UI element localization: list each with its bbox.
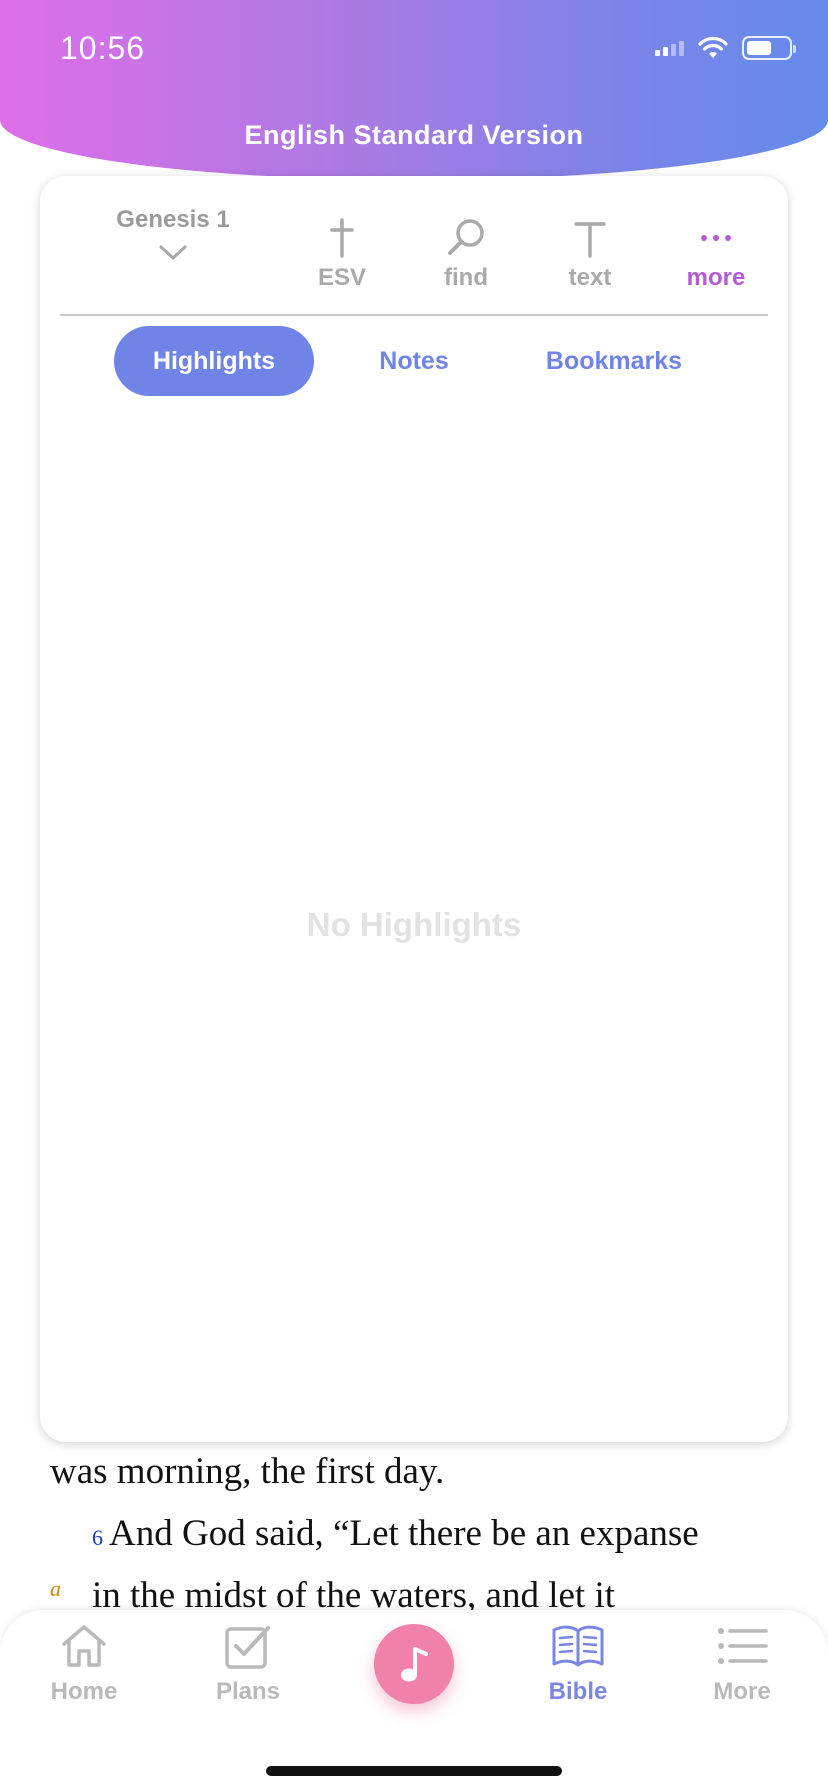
scripture-line: 6 And God said, “Let there be an expanse [92,1512,699,1555]
tab-highlights[interactable]: Highlights [114,326,314,396]
tab-more-label: More [713,1678,771,1705]
ellipsis-icon [701,235,731,241]
chapter-label: Genesis 1 [116,206,230,233]
battery-icon [742,36,796,60]
tab-home[interactable]: Home [24,1620,144,1706]
cross-icon [330,218,354,258]
tab-bible-label: Bible [548,1678,608,1705]
music-player-button[interactable] [374,1624,454,1704]
version-button[interactable]: ESV [292,216,392,292]
text-label: text [568,264,612,291]
status-icons [655,36,796,60]
tab-plans-label: Plans [215,1678,281,1705]
empty-state-message: No Highlights [306,906,522,943]
reader-toolbar: Genesis 1 ESV find text more [40,176,788,316]
tab-notes[interactable]: Notes [314,326,514,396]
tab-plans[interactable]: Plans [188,1620,308,1706]
text-icon [574,222,606,258]
verse-number[interactable]: 6 [92,1525,103,1550]
bible-version-title: English Standard Version [244,120,584,150]
music-note-icon [401,1647,428,1682]
find-button[interactable]: find [416,216,516,292]
find-label: find [444,264,488,291]
chevron-down-icon [159,245,187,260]
home-indicator [266,1766,562,1776]
scripture-text: was morning, the first day. 6 And God sai… [0,1450,828,1610]
tab-bible[interactable]: Bible [518,1620,638,1706]
scripture-line: was morning, the first day. [50,1451,445,1492]
more-button[interactable]: more [666,216,766,292]
tab-home-label: Home [50,1678,118,1705]
list-icon [718,1628,768,1664]
annotations-panel: Genesis 1 ESV find text more Highlights … [40,176,788,1442]
checkbox-icon [225,1626,270,1669]
annotation-tabs: Highlights Notes Bookmarks [40,326,788,402]
footnote-marker[interactable]: a [50,1576,61,1602]
search-icon [448,219,484,255]
verse-text: And God said, “Let there be an expanse [109,1513,699,1554]
bible-icon [552,1625,604,1667]
tab-more[interactable]: More [682,1620,802,1706]
status-time: 10:56 [60,30,146,66]
bottom-tab-bar: Home Plans Bible More [0,1610,828,1792]
tab-bookmarks[interactable]: Bookmarks [514,326,714,396]
app-header: 10:56 English Standard Version [0,0,828,180]
text-button[interactable]: text [540,216,640,292]
cellular-signal-icon [655,40,684,56]
scripture-line: in the midst of the waters, and let it [92,1575,616,1610]
more-label: more [686,264,746,291]
chapter-selector[interactable]: Genesis 1 [98,206,248,262]
home-icon [62,1625,106,1667]
wifi-icon [698,36,728,58]
version-label: ESV [317,264,367,291]
toolbar-divider [60,314,768,316]
